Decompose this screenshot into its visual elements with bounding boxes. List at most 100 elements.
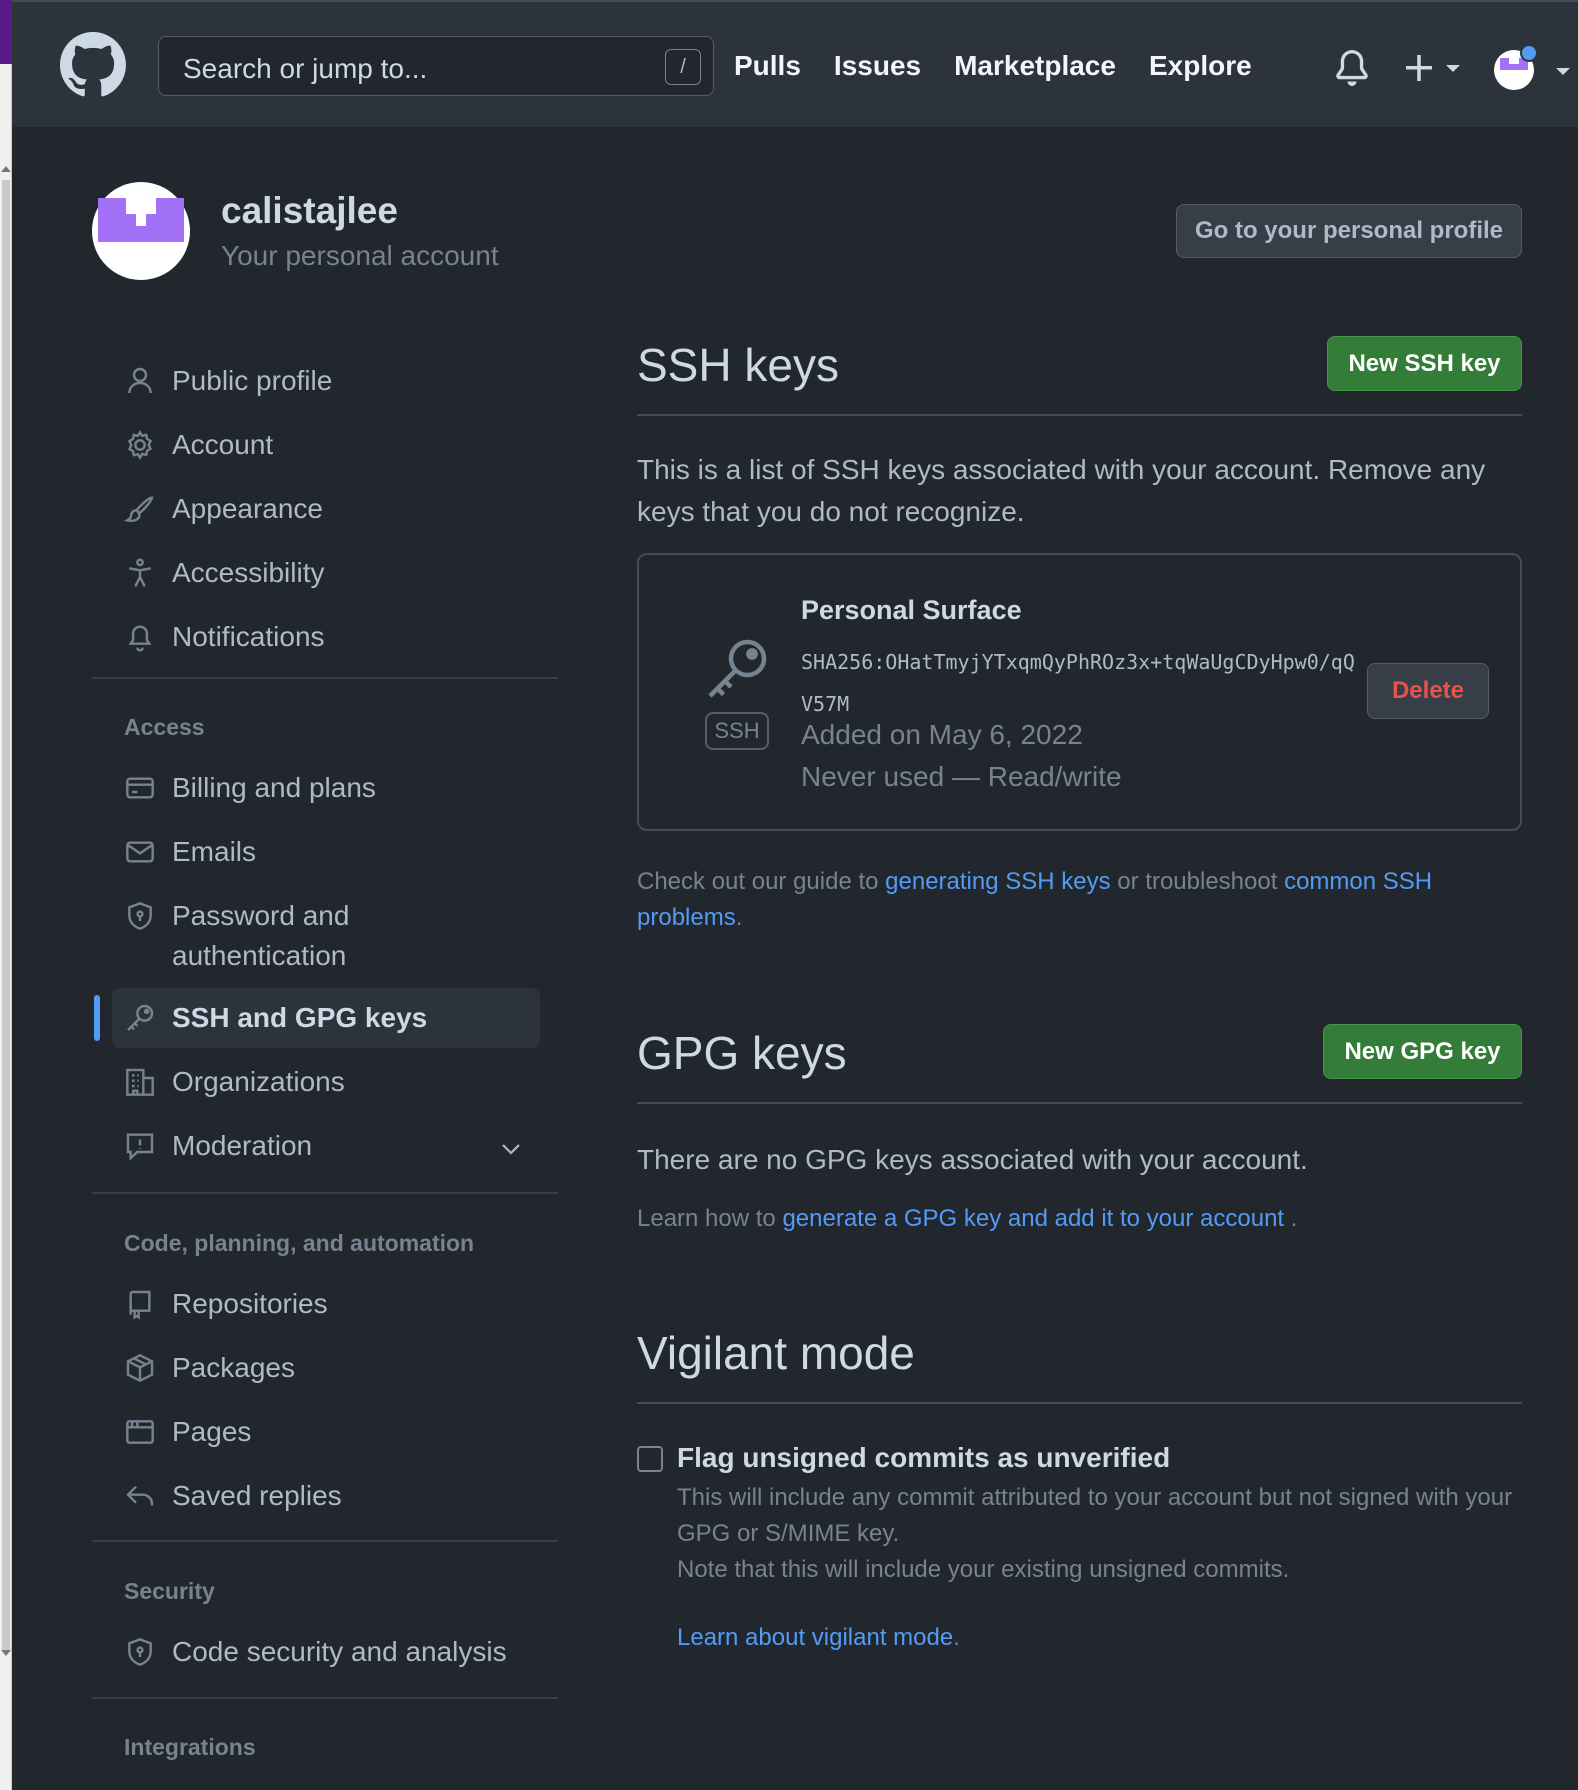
scroll-down-arrow[interactable] (1, 1650, 11, 1656)
ssh-guide-text: Check out our guide to generating SSH ke… (637, 864, 1517, 936)
checkbox-label[interactable]: Flag unsigned commits as unverified (677, 1442, 1170, 1474)
vigilant-link-line: Learn about vigilant mode. (677, 1624, 960, 1652)
sidebar-item-label: Packages (172, 1352, 295, 1383)
sidebar-item-label: Public profile (172, 365, 333, 396)
nav-explore[interactable]: Explore (1149, 50, 1252, 82)
sidebar-item-label: Emails (172, 836, 257, 867)
accessibility-icon (129, 558, 151, 587)
learn-suffix: . (1284, 1205, 1298, 1232)
package-icon (126, 1353, 154, 1383)
sidebar-item-account[interactable]: Account (112, 415, 540, 475)
nav-issues[interactable]: Issues (834, 50, 921, 82)
sidebar-item-label: Notifications (172, 621, 325, 652)
sidebar-divider (92, 677, 558, 679)
sidebar-item-public-profile[interactable]: Public profile (112, 351, 540, 411)
ssh-keys-title: SSH keys (637, 339, 839, 391)
sidebar-heading-integrations: Integrations (124, 1734, 256, 1760)
scrollbar-thumb[interactable] (2, 180, 10, 1650)
vigilant-mode-title: Vigilant mode (637, 1327, 915, 1379)
user-avatar-menu[interactable] (1490, 44, 1578, 92)
sidebar-item-moderation[interactable]: Moderation (112, 1116, 540, 1176)
scroll-up-arrow[interactable] (1, 166, 11, 172)
section-divider (637, 1102, 1522, 1104)
paintbrush-icon (124, 496, 154, 522)
nav-marketplace[interactable]: Marketplace (954, 50, 1116, 82)
sidebar-item-password[interactable]: Password and authentication (112, 886, 540, 982)
sidebar-item-repositories[interactable]: Repositories (112, 1274, 540, 1334)
person-icon (128, 367, 152, 394)
section-divider (637, 1402, 1522, 1404)
sidebar-item-accessibility[interactable]: Accessibility (112, 543, 540, 603)
ssh-key-added-date: Added on May 6, 2022 (801, 719, 1083, 750)
gpg-empty-message: There are no GPG keys associated with yo… (637, 1144, 1308, 1175)
sidebar-item-code-security[interactable]: Code security and analysis (112, 1622, 540, 1682)
sidebar-item-label: Account (172, 429, 274, 460)
new-gpg-key-button[interactable]: New GPG key (1323, 1024, 1522, 1079)
sidebar-item-label: Code security and analysis (172, 1636, 507, 1667)
create-new-plus-icon[interactable] (1404, 48, 1474, 88)
reply-icon (126, 1485, 154, 1506)
generate-gpg-key-link[interactable]: generate a GPG key and add it to your ac… (782, 1205, 1284, 1232)
sidebar-item-label: SSH and GPG keys (172, 1002, 428, 1033)
guide-prefix: Check out our guide to (637, 868, 886, 895)
top-nav: Pulls Issues Marketplace Explore (734, 50, 1285, 82)
key-icon (708, 639, 767, 698)
username: calistajlee (221, 190, 398, 231)
shield-lock-icon (128, 1638, 152, 1666)
repo-icon (129, 1290, 151, 1320)
gpg-keys-title: GPG keys (637, 1027, 847, 1079)
sidebar-item-packages[interactable]: Packages (112, 1338, 540, 1398)
sidebar-item-saved-replies[interactable]: Saved replies (112, 1466, 540, 1526)
sidebar-divider (92, 1697, 558, 1699)
sidebar-item-pages[interactable]: Pages (112, 1402, 540, 1462)
link-suffix: . (953, 1624, 960, 1651)
sidebar-item-label: Pages (172, 1416, 252, 1447)
sidebar-divider (92, 1540, 558, 1542)
search-shortcut-key: / (665, 49, 701, 85)
organization-icon (126, 1068, 154, 1096)
sidebar-item-notifications[interactable]: Notifications (112, 607, 540, 667)
credit-card-icon (126, 777, 154, 799)
browser-scrollbar[interactable] (0, 0, 12, 1790)
sidebar-item-billing[interactable]: Billing and plans (112, 758, 540, 818)
bell-icon[interactable] (1334, 50, 1370, 86)
ssh-description: This is a list of SSH keys associated wi… (637, 454, 1486, 527)
vigilant-desc-2: Note that this will include your existin… (677, 1556, 1290, 1583)
search-placeholder: Search or jump to... (183, 53, 428, 84)
sidebar-item-label: Repositories (172, 1288, 328, 1319)
shield-lock-icon (128, 902, 152, 930)
gpg-learn-text: Learn how to generate a GPG key and add … (637, 1201, 1297, 1237)
learn-vigilant-mode-link[interactable]: Learn about vigilant mode (677, 1624, 953, 1651)
go-to-profile-button[interactable]: Go to your personal profile (1176, 204, 1522, 258)
sidebar-item-label: Saved replies (172, 1480, 342, 1511)
sidebar-item-label: Password and authentication (172, 900, 350, 971)
checkbox-description: This will include any commit attributed … (677, 1480, 1517, 1588)
nav-pulls[interactable]: Pulls (734, 50, 801, 82)
report-icon (126, 1133, 154, 1161)
vigilant-desc-1: This will include any commit attributed … (677, 1484, 1513, 1547)
sidebar-item-label: Organizations (172, 1066, 345, 1097)
sidebar-item-ssh-gpg-keys[interactable]: SSH and GPG keys (112, 988, 540, 1048)
learn-prefix: Learn how to (637, 1205, 783, 1232)
guide-suffix: . (735, 904, 743, 931)
mail-icon (126, 841, 154, 863)
browser-icon (126, 1420, 154, 1444)
ssh-key-card: SSH Personal Surface SHA256:OHatTmyjYTxq… (637, 553, 1522, 831)
sidebar-item-organizations[interactable]: Organizations (112, 1052, 540, 1112)
sidebar-item-label: Moderation (172, 1130, 313, 1161)
ssh-badge: SSH (705, 712, 769, 750)
github-logo-icon[interactable] (60, 32, 126, 98)
ssh-key-name: Personal Surface (801, 595, 1022, 625)
flag-unsigned-commits-checkbox[interactable] (637, 1446, 663, 1472)
delete-ssh-key-button[interactable]: Delete (1367, 663, 1489, 719)
generating-ssh-keys-link[interactable]: generating SSH keys (885, 868, 1110, 895)
search-input[interactable]: Search or jump to... / (158, 36, 714, 96)
sidebar-item-label: Billing and plans (172, 772, 376, 803)
bell-icon (128, 625, 152, 652)
sidebar-item-appearance[interactable]: Appearance (112, 479, 540, 539)
gear-icon (127, 430, 153, 461)
new-ssh-key-button[interactable]: New SSH key (1327, 336, 1522, 391)
chevron-down-icon[interactable] (500, 1138, 522, 1160)
section-divider (637, 414, 1522, 416)
sidebar-item-emails[interactable]: Emails (112, 822, 540, 882)
